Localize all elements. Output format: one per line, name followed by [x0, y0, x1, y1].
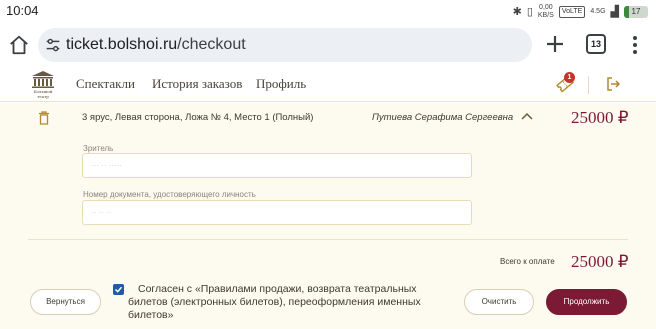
viewer-field[interactable]: ··· ·· ·····	[82, 153, 472, 178]
theatre-logo-icon	[32, 71, 54, 88]
new-tab-icon[interactable]	[545, 34, 565, 54]
viewer-label: Зритель	[83, 144, 114, 153]
checkmark-icon	[114, 286, 123, 293]
site-nav: Большой театр Спектакли История заказов …	[0, 66, 656, 102]
back-button[interactable]: Вернуться	[30, 289, 101, 315]
url-text[interactable]: ticket.bolshoi.ru/checkout	[66, 36, 246, 54]
bluetooth-icon: ✱	[512, 6, 522, 18]
nav-link-profile[interactable]: Профиль	[256, 76, 306, 92]
document-label: Номер документа, удостоверяющего личност…	[83, 190, 256, 199]
battery-level: 17	[631, 7, 641, 16]
bolshoi-logo[interactable]: Большой театр	[28, 69, 58, 101]
data-speed-value: 0,00	[539, 4, 553, 11]
ticket-seat: 3 ярус, Левая сторона, Ложа № 4, Место 1…	[82, 112, 314, 123]
chevron-up-icon[interactable]	[520, 111, 534, 121]
consent-text: Согласен с «Правилами продажи, возврата …	[128, 283, 433, 322]
cart-badge: 1	[564, 72, 575, 83]
status-icons: ✱ ▯ 0,00 KB/S VoLTE 4.5G ▟ 17	[513, 4, 648, 20]
vibrate-icon: ▯	[526, 6, 533, 18]
status-time: 10:04	[6, 3, 39, 18]
site-settings-icon[interactable]	[44, 36, 62, 54]
tab-switcher-button[interactable]: 13	[586, 34, 606, 54]
consent-label: Согласен с «Правилами продажи, возврата …	[128, 283, 421, 321]
section-divider	[28, 239, 628, 240]
home-icon[interactable]	[8, 34, 30, 56]
address-bar[interactable]: ticket.bolshoi.ru/checkout	[38, 28, 532, 62]
data-speed: 0,00 KB/S	[538, 4, 554, 20]
consent-checkbox[interactable]	[113, 284, 124, 295]
url-path: /checkout	[177, 36, 246, 53]
checkout-main: 3 ярус, Левая сторона, Ложа № 4, Место 1…	[0, 103, 656, 329]
browser-toolbar: ticket.bolshoi.ru/checkout 13	[0, 24, 656, 66]
ticket-holder: Путиева Серафима Сергеевна	[372, 112, 514, 123]
logo-caption-2: театр	[37, 94, 49, 99]
proceed-button[interactable]: Продолжить	[546, 289, 627, 315]
url-host: ticket.bolshoi.ru	[66, 36, 178, 53]
total-label: Всего к оплате	[500, 257, 555, 266]
status-bar: 10:04 ✱ ▯ 0,00 KB/S VoLTE 4.5G ▟ 17	[0, 0, 656, 24]
tab-count: 13	[590, 39, 601, 49]
delete-ticket-icon[interactable]	[38, 111, 50, 125]
nav-divider	[588, 76, 589, 94]
ticket-price: 25000 ₽	[571, 108, 629, 127]
data-speed-unit: KB/S	[537, 12, 554, 19]
battery-icon: 17	[624, 6, 648, 18]
clear-button[interactable]: Очистить	[464, 289, 534, 315]
logout-icon[interactable]	[605, 76, 621, 92]
overflow-menu-icon[interactable]	[632, 36, 638, 54]
document-field[interactable]: ·· ·· ··	[82, 200, 472, 225]
nav-link-order-history[interactable]: История заказов	[152, 76, 242, 92]
nav-link-performances[interactable]: Спектакли	[76, 76, 135, 92]
volte-badge: VoLTE	[558, 6, 586, 18]
total-value: 25000 ₽	[571, 252, 629, 271]
network-type: 4.5G	[590, 8, 606, 15]
signal-icon: ▟	[610, 6, 619, 18]
